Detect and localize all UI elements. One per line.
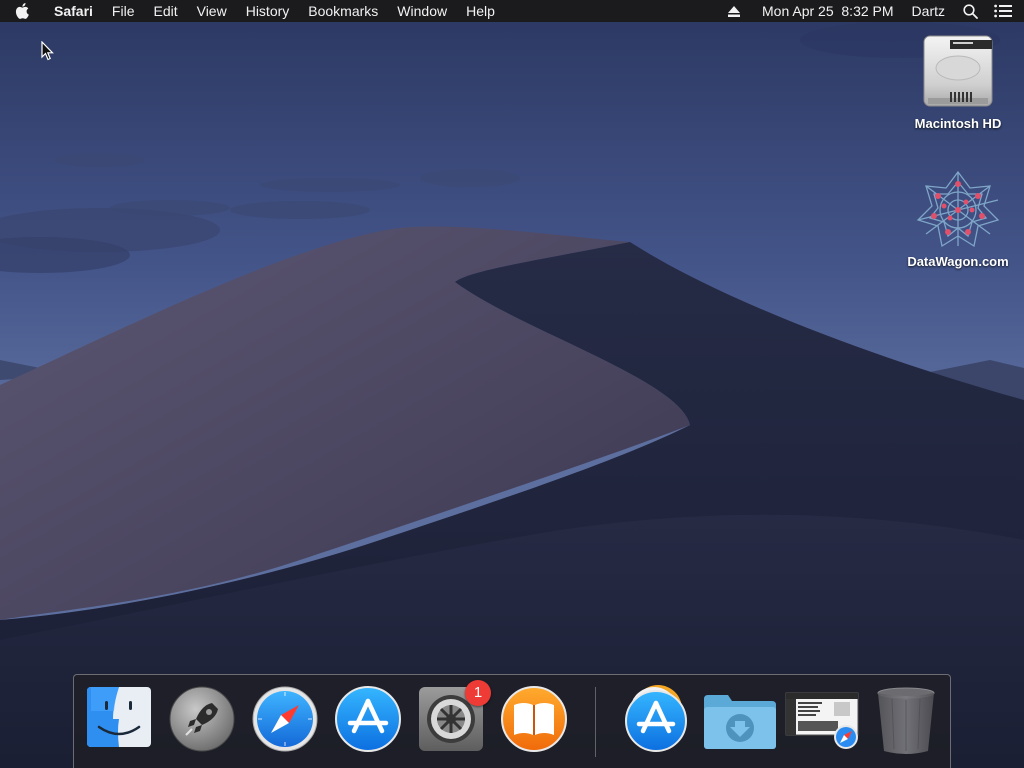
menu-bookmarks[interactable]: Bookmarks [299,0,388,22]
applications-stack-icon [625,685,687,752]
menu-clock[interactable]: Mon Apr 25 8:32 PM [748,0,902,22]
menu-app-safari[interactable]: Safari [44,0,102,22]
desktop-icon-label: DataWagon.com [907,254,1009,269]
app-store-icon [335,686,401,752]
dock-separator [595,687,596,757]
desktop-icon-macintosh-hd[interactable]: Macintosh HD [898,32,1018,131]
menu-view[interactable]: View [187,0,236,22]
dock-applications-stack[interactable] [622,685,690,755]
desktop-icon-label: Macintosh HD [914,116,1002,131]
notification-badge: 1 [465,680,491,706]
dock-books[interactable] [500,685,568,755]
menu-user[interactable]: Dartz [902,0,953,22]
dock-finder[interactable] [85,685,153,755]
eject-icon[interactable] [720,5,748,17]
dock-minimized-window[interactable] [784,685,860,755]
minimized-window-icon [785,692,859,749]
menu-window[interactable]: Window [388,0,457,22]
dock-app-store[interactable] [334,685,402,755]
apple-menu-icon[interactable] [0,0,44,22]
dock-safari[interactable] [251,685,319,755]
menu-history[interactable]: History [236,0,299,22]
trash-icon [877,687,935,754]
network-volume-icon [916,170,1000,248]
menu-bar: Safari File Edit View History Bookmarks … [0,0,1024,22]
desktop-icon-datawagon[interactable]: DataWagon.com [898,170,1018,269]
hard-drive-icon [923,35,993,107]
safari-icon [252,686,318,752]
downloads-folder-icon [704,695,776,749]
dock-system-preferences[interactable]: 1 [417,680,491,755]
menu-edit[interactable]: Edit [144,0,187,22]
dock-downloads[interactable] [702,685,776,755]
spotlight-search-icon[interactable] [953,3,986,19]
finder-icon [87,687,151,747]
mouse-cursor-icon [41,41,54,61]
menu-help[interactable]: Help [457,0,505,22]
dock: 1 [73,674,951,768]
books-icon [501,686,567,752]
menu-file[interactable]: File [102,0,144,22]
dock-launchpad[interactable] [168,685,236,755]
notification-center-icon[interactable] [986,4,1012,18]
launchpad-icon [169,686,235,752]
desktop-wallpaper [0,0,1024,768]
dock-trash[interactable] [872,685,940,755]
